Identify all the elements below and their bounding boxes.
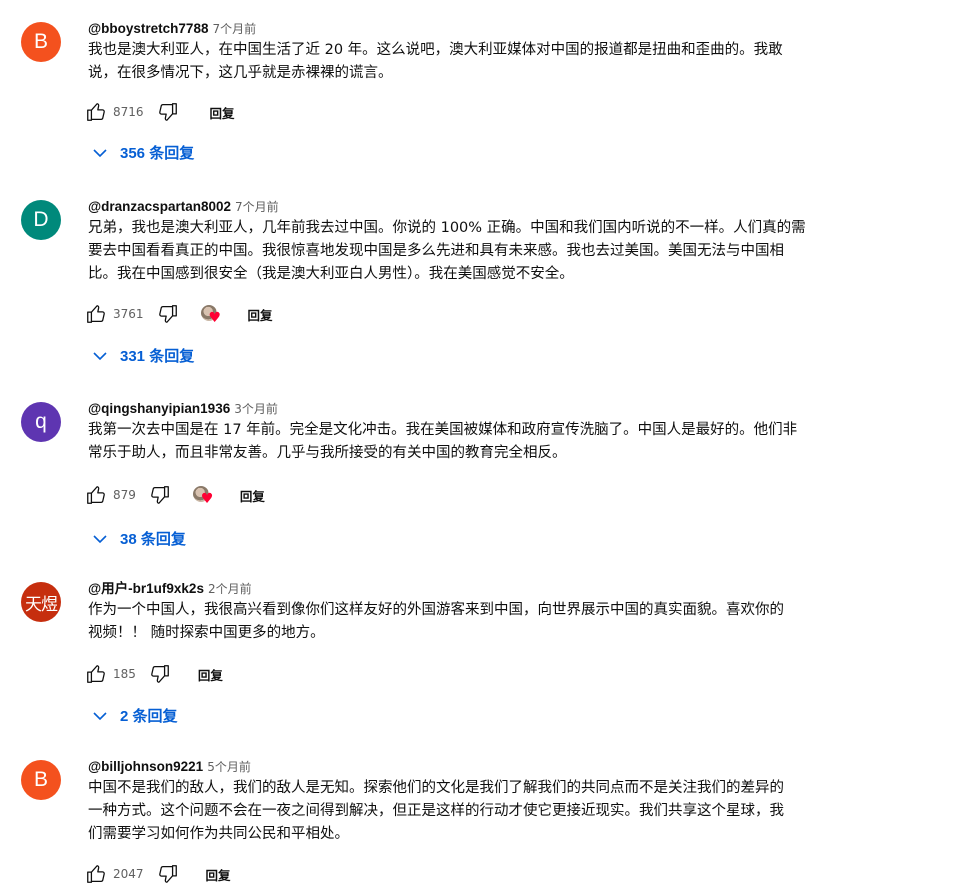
comment-author[interactable]: @用户-br1uf9xk2s — [88, 581, 204, 596]
like-count: 879 — [113, 488, 136, 502]
replies-label: 38 条回复 — [120, 531, 186, 548]
comment-text: 作为一个中国人，我很高兴看到像你们这样友好的外国游客来到中国，向世界展示中国的真… — [88, 599, 888, 645]
comment-text-line: 常乐于助人，而且非常友善。几乎与我所接受的有关中国的教育完全相反。 — [88, 445, 567, 461]
avatar[interactable]: B — [21, 22, 61, 62]
comment-text-line: 们需要学习如何作为共同公民和平相处。 — [88, 826, 349, 842]
chevron-down-icon — [93, 351, 107, 360]
avatar[interactable]: D — [21, 200, 61, 240]
chevron-down-icon — [93, 711, 107, 720]
view-replies-button[interactable]: 331 条回复 — [92, 345, 194, 366]
comment-actions: 2047 回复 — [84, 862, 231, 886]
comment-text: 我也是澳大利亚人，在中国生活了近 20 年。这么说吧，澳大利亚媒体对中国的报道都… — [88, 39, 888, 85]
comment-time[interactable]: 7个月前 — [235, 200, 279, 214]
reply-button[interactable]: 回复 — [198, 665, 223, 684]
like-count: 185 — [113, 667, 136, 681]
comment-text-line: 视频！！ 随时探索中国更多的地方。 — [88, 625, 325, 641]
comment-text-line: 兄弟，我也是澳大利亚人，几年前我去过中国。你说的 100% 正确。中国和我们国内… — [88, 220, 806, 236]
heart-icon: ♥ — [208, 310, 222, 326]
replies-label: 356 条回复 — [120, 145, 195, 162]
like-count: 8716 — [113, 105, 144, 119]
avatar[interactable]: 天煜 — [21, 582, 61, 622]
creator-heart-icon: ♥ — [190, 483, 214, 507]
comment-author[interactable]: @bboystretch7788 — [88, 21, 208, 36]
comment-text: 我第一次去中国是在 17 年前。完全是文化冲击。我在美国被媒体和政府宣传洗脑了。… — [88, 419, 888, 465]
thumbs-down-icon[interactable] — [156, 302, 180, 326]
comment-text-line: 要去中国看看真正的中国。我很惊喜地发现中国是多么先进和具有未来感。我也去过美国。… — [88, 243, 784, 259]
comment-text-line: 中国不是我们的敌人，我们的敌人是无知。探索他们的文化是我们了解我们的共同点而不是… — [88, 780, 784, 796]
comment-text-line: 一种方式。这个问题不会在一夜之间得到解决，但正是这样的行动才使它更接近现实。我们… — [88, 803, 784, 819]
comment-author[interactable]: @qingshanyipian1936 — [88, 401, 230, 416]
heart-icon: ♥ — [200, 491, 214, 507]
replies-label: 331 条回复 — [120, 348, 195, 365]
comment-text-line: 作为一个中国人，我很高兴看到像你们这样友好的外国游客来到中国，向世界展示中国的真… — [88, 602, 784, 618]
comment-text-line: 说，在很多情况下，这几乎就是赤裸裸的谎言。 — [88, 65, 393, 81]
comment-actions: 879 ♥ 回复 — [84, 483, 265, 507]
reply-button[interactable]: 回复 — [206, 865, 231, 884]
thumbs-up-icon[interactable] — [84, 862, 108, 886]
thumbs-down-icon[interactable] — [148, 662, 172, 686]
comment-author[interactable]: @billjohnson9221 — [88, 759, 203, 774]
creator-heart-icon: ♥ — [198, 302, 222, 326]
thumbs-up-icon[interactable] — [84, 302, 108, 326]
comment-text-line: 我第一次去中国是在 17 年前。完全是文化冲击。我在美国被媒体和政府宣传洗脑了。… — [88, 422, 798, 438]
replies-label: 2 条回复 — [120, 708, 178, 725]
thumbs-down-icon[interactable] — [156, 862, 180, 886]
like-count: 2047 — [113, 867, 144, 881]
avatar[interactable]: q — [21, 402, 61, 442]
thumbs-down-icon[interactable] — [156, 100, 180, 124]
thumbs-down-icon[interactable] — [148, 483, 172, 507]
view-replies-button[interactable]: 38 条回复 — [92, 528, 186, 549]
reply-button[interactable]: 回复 — [248, 305, 273, 324]
comment-actions: 8716 回复 — [84, 100, 235, 124]
comment-text-line: 比。我在中国感到很安全（我是澳大利亚白人男性）。我在美国感觉不安全。 — [88, 266, 574, 282]
view-replies-button[interactable]: 2 条回复 — [92, 705, 178, 726]
thumbs-up-icon[interactable] — [84, 662, 108, 686]
comment-author[interactable]: @dranzacspartan8002 — [88, 199, 231, 214]
avatar[interactable]: B — [21, 760, 61, 800]
chevron-down-icon — [93, 148, 107, 157]
comment-text: 中国不是我们的敌人，我们的敌人是无知。探索他们的文化是我们了解我们的共同点而不是… — [88, 777, 888, 846]
comment-time[interactable]: 3个月前 — [234, 402, 278, 416]
view-replies-button[interactable]: 356 条回复 — [92, 142, 194, 163]
chevron-down-icon — [93, 534, 107, 543]
comment-time[interactable]: 7个月前 — [212, 22, 256, 36]
comment-text: 兄弟，我也是澳大利亚人，几年前我去过中国。你说的 100% 正确。中国和我们国内… — [88, 217, 888, 286]
comment-time[interactable]: 2个月前 — [208, 582, 252, 596]
thumbs-up-icon[interactable] — [84, 100, 108, 124]
comment-actions: 185 回复 — [84, 662, 223, 686]
like-count: 3761 — [113, 307, 144, 321]
reply-button[interactable]: 回复 — [210, 103, 235, 122]
thumbs-up-icon[interactable] — [84, 483, 108, 507]
comment-actions: 3761 ♥ 回复 — [84, 302, 273, 326]
comment-text-line: 我也是澳大利亚人，在中国生活了近 20 年。这么说吧，澳大利亚媒体对中国的报道都… — [88, 42, 783, 58]
comment-time[interactable]: 5个月前 — [207, 760, 251, 774]
reply-button[interactable]: 回复 — [240, 486, 265, 505]
